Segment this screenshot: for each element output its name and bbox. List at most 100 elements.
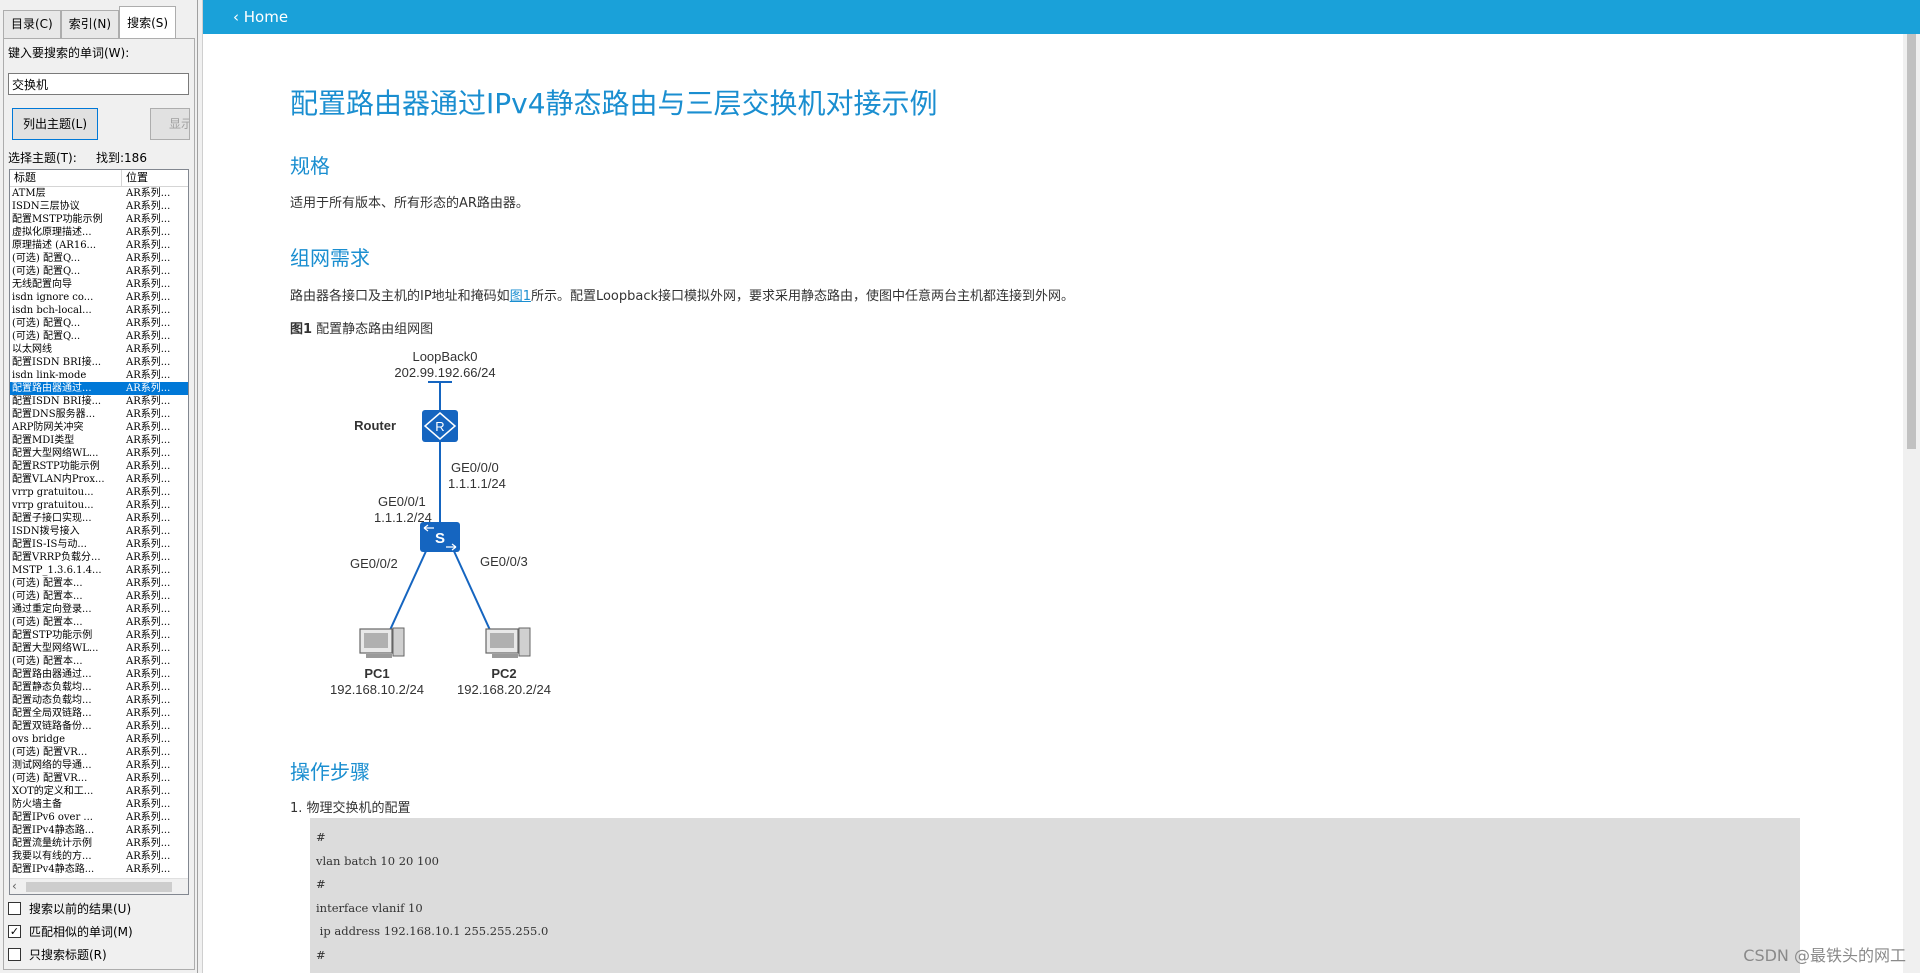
figure-link[interactable]: 图1 <box>510 289 531 304</box>
topic-row[interactable]: 配置IPv6 over ... AR系列... <box>10 811 188 824</box>
topic-row[interactable]: 配置大型网络WL... AR系列... <box>10 642 188 655</box>
topic-row[interactable]: 通过重定向登录... AR系列... <box>10 603 188 616</box>
topic-title: isdn ignore co... <box>12 292 94 303</box>
topic-position: AR系列... <box>126 422 171 433</box>
topic-title: 配置动态负载均... <box>12 695 92 706</box>
topic-row[interactable]: MSTP_1.3.6.1.4... AR系列... <box>10 564 188 577</box>
topic-row[interactable]: ovs bridge AR系列... <box>10 733 188 746</box>
topic-row[interactable]: isdn ignore co... AR系列... <box>10 291 188 304</box>
topic-row[interactable]: 虚拟化原理描述... AR系列... <box>10 226 188 239</box>
home-link[interactable]: ‹ Home <box>233 0 288 34</box>
topic-row[interactable]: (可选) 配置VR... AR系列... <box>10 746 188 759</box>
topic-row[interactable]: (可选) 配置本... AR系列... <box>10 655 188 668</box>
show-button[interactable]: 显示 <box>150 108 190 140</box>
horizontal-scrollbar[interactable]: ‹ <box>10 878 188 894</box>
checkbox-match-similar[interactable]: ✓ 匹配相似的单词(M) <box>8 923 133 940</box>
topic-row[interactable]: ATM层 AR系列... <box>10 187 188 200</box>
topic-row[interactable]: 配置全局双链路... AR系列... <box>10 707 188 720</box>
topic-row[interactable]: (可选) 配置Q... AR系列... <box>10 317 188 330</box>
topic-position: AR系列... <box>126 266 171 277</box>
topic-list[interactable]: 标题 位置 ATM层 AR系列... ISDN三层协议 AR系列... 配置MSTP功能… <box>9 169 189 895</box>
topic-row[interactable]: 配置DNS服务器... AR系列... <box>10 408 188 421</box>
topic-row[interactable]: isdn bch-local... AR系列... <box>10 304 188 317</box>
list-topics-button[interactable]: 列出主题(L) <box>12 108 98 140</box>
topic-row[interactable]: (可选) 配置Q... AR系列... <box>10 330 188 343</box>
topic-row[interactable]: 配置子接口实现... AR系列... <box>10 512 188 525</box>
topic-title: (可选) 配置Q... <box>12 253 81 264</box>
topic-row[interactable]: (可选) 配置VR... AR系列... <box>10 772 188 785</box>
checkbox-search-previous[interactable]: 搜索以前的结果(U) <box>8 900 131 917</box>
scroll-left-icon[interactable]: ‹ <box>12 879 17 894</box>
topic-row[interactable]: vrrp gratuitou... AR系列... <box>10 499 188 512</box>
topic-title: 配置子接口实现... <box>12 513 92 524</box>
topic-rows: ATM层 AR系列... ISDN三层协议 AR系列... 配置MSTP功能示例 AR系列… <box>10 187 188 876</box>
tab-index[interactable]: 索引(N) <box>60 10 120 38</box>
topic-row[interactable]: 配置静态负载均... AR系列... <box>10 681 188 694</box>
topic-row[interactable]: 我要以有线的方... AR系列... <box>10 850 188 863</box>
topic-row[interactable]: ARP防网关冲突 AR系列... <box>10 421 188 434</box>
topic-row[interactable]: 配置VRRP负载分... AR系列... <box>10 551 188 564</box>
topic-row[interactable]: 配置路由器通过... AR系列... <box>10 382 188 395</box>
topic-position: AR系列... <box>126 357 171 368</box>
topic-row[interactable]: 配置ISDN BRI接... AR系列... <box>10 395 188 408</box>
topic-title: 配置VRRP负载分... <box>12 552 101 563</box>
topic-title: ARP防网关冲突 <box>12 422 84 433</box>
topic-row[interactable]: ISDN三层协议 AR系列... <box>10 200 188 213</box>
topic-row[interactable]: 无线配置向导 AR系列... <box>10 278 188 291</box>
topic-row[interactable]: ISDN拨号接入 AR系列... <box>10 525 188 538</box>
checkbox-box[interactable] <box>8 948 21 961</box>
topic-title: 配置IPv6 over ... <box>12 812 93 823</box>
search-input[interactable] <box>8 73 189 95</box>
topic-position: AR系列... <box>126 448 171 459</box>
topic-row[interactable]: 配置路由器通过... AR系列... <box>10 668 188 681</box>
topic-row[interactable]: 配置IPv4静态路... AR系列... <box>10 824 188 837</box>
topic-position: AR系列... <box>126 331 171 342</box>
topic-title: 我要以有线的方... <box>12 851 92 862</box>
checkbox-titles-only[interactable]: 只搜索标题(R) <box>8 946 107 963</box>
topic-row[interactable]: (可选) 配置Q... AR系列... <box>10 265 188 278</box>
topic-row[interactable]: 测试网络的导通... AR系列... <box>10 759 188 772</box>
topic-title: 以太网线 <box>12 344 52 355</box>
topic-row[interactable]: XOT的定义和工... AR系列... <box>10 785 188 798</box>
section-heading-requirements: 组网需求 <box>290 246 370 270</box>
topic-position: AR系列... <box>126 773 171 784</box>
topic-title: 配置ISDN BRI接... <box>12 396 102 407</box>
topic-row[interactable]: (可选) 配置本... AR系列... <box>10 616 188 629</box>
tab-contents[interactable]: 目录(C) <box>3 10 61 38</box>
topic-title: XOT的定义和工... <box>12 786 94 797</box>
topic-row[interactable]: 配置VLAN内Prox... AR系列... <box>10 473 188 486</box>
topic-row[interactable]: 配置双链路备份... AR系列... <box>10 720 188 733</box>
topic-position: AR系列... <box>126 760 171 771</box>
column-header-title[interactable]: 标题 <box>10 170 122 186</box>
topic-title: (可选) 配置Q... <box>12 318 81 329</box>
top-nav-bar: ‹ Home <box>203 0 1920 34</box>
topic-row[interactable]: 配置IS-IS与动... AR系列... <box>10 538 188 551</box>
topic-row[interactable]: (可选) 配置本... AR系列... <box>10 590 188 603</box>
topic-row[interactable]: 配置STP功能示例 AR系列... <box>10 629 188 642</box>
topic-row[interactable]: 配置动态负载均... AR系列... <box>10 694 188 707</box>
topic-row[interactable]: 配置MSTP功能示例 AR系列... <box>10 213 188 226</box>
topic-row[interactable]: 配置MDI类型 AR系列... <box>10 434 188 447</box>
topic-row[interactable]: 以太网线 AR系列... <box>10 343 188 356</box>
tab-search[interactable]: 搜索(S) <box>119 6 177 38</box>
topic-row[interactable]: 配置IPv4静态路... AR系列... <box>10 863 188 876</box>
checkbox-box[interactable] <box>8 902 21 915</box>
topic-row[interactable]: vrrp gratuitou... AR系列... <box>10 486 188 499</box>
watermark: CSDN @最铁头的网工 <box>1743 946 1906 965</box>
topic-row[interactable]: 配置大型网络WL... AR系列... <box>10 447 188 460</box>
checkbox-box-checked[interactable]: ✓ <box>8 925 21 938</box>
scrollbar-thumb[interactable] <box>1907 34 1916 449</box>
topic-row[interactable]: (可选) 配置本... AR系列... <box>10 577 188 590</box>
topic-title: 配置ISDN BRI接... <box>12 357 102 368</box>
column-header-position[interactable]: 位置 <box>122 170 188 186</box>
topic-row[interactable]: (可选) 配置Q... AR系列... <box>10 252 188 265</box>
vertical-scrollbar[interactable] <box>1903 34 1920 973</box>
topic-position: AR系列... <box>126 227 171 238</box>
topic-row[interactable]: 配置流量统计示例 AR系列... <box>10 837 188 850</box>
topic-row[interactable]: 配置ISDN BRI接... AR系列... <box>10 356 188 369</box>
topic-row[interactable]: 原理描述 (AR16... AR系列... <box>10 239 188 252</box>
scrollbar-thumb[interactable] <box>26 882 172 892</box>
topic-row[interactable]: 配置RSTP功能示例 AR系列... <box>10 460 188 473</box>
topic-row[interactable]: isdn link-mode AR系列... <box>10 369 188 382</box>
topic-row[interactable]: 防火墙主备 AR系列... <box>10 798 188 811</box>
